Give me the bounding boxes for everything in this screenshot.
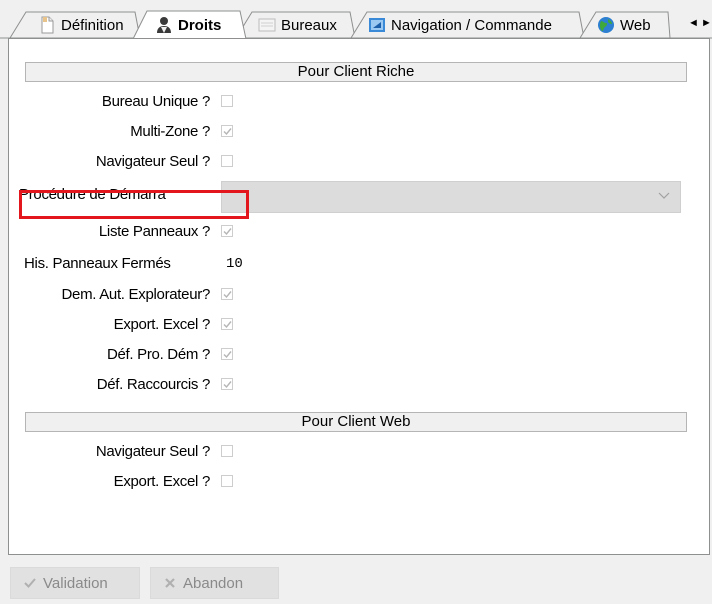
tab-definition[interactable]: Définition — [38, 12, 124, 38]
tab-web[interactable]: Web — [597, 12, 651, 38]
checkmark-icon — [223, 321, 232, 329]
highlight-annotation-box — [19, 190, 249, 219]
web-export-excel-checkbox[interactable] — [221, 475, 233, 487]
navigation-icon — [368, 16, 386, 34]
web-navigateur-seul-label: Navigateur Seul ? — [95, 443, 210, 460]
droits-panel: Pour Client Riche Bureau Unique ? Multi-… — [8, 38, 710, 555]
multi-zone-label: Multi-Zone ? — [130, 123, 210, 140]
procedure-demarrage-dropdown[interactable] — [221, 181, 681, 213]
bureau-unique-label: Bureau Unique ? — [101, 93, 210, 110]
def-raccourcis-label: Déf. Raccourcis ? — [96, 376, 211, 393]
tab-scroll-right-icon[interactable]: ► — [701, 18, 712, 29]
tab-label: Droits — [178, 16, 222, 34]
export-excel-label: Export. Excel ? — [113, 316, 211, 333]
his-panneaux-fermes-label: His. Panneaux Fermés — [24, 255, 171, 272]
abandon-button[interactable]: Abandon — [150, 567, 279, 599]
user-rights-icon — [155, 16, 173, 34]
checkmark-icon — [223, 228, 232, 236]
web-export-excel-label: Export. Excel ? — [113, 473, 211, 490]
tab-navigation-commande[interactable]: Navigation / Commande — [368, 12, 552, 38]
checkmark-icon — [223, 381, 232, 389]
row-web-export-excel: Export. Excel ? — [9, 471, 709, 493]
navigateur-seul-checkbox[interactable] — [221, 155, 233, 167]
def-pro-dem-label: Déf. Pro. Dém ? — [106, 346, 210, 363]
checkmark-icon — [223, 291, 232, 299]
export-excel-checkbox[interactable] — [221, 318, 233, 330]
bureau-unique-checkbox[interactable] — [221, 95, 233, 107]
row-liste-panneaux: Liste Panneaux ? — [9, 221, 709, 243]
row-export-excel: Export. Excel ? — [9, 314, 709, 336]
row-def-raccourcis: Déf. Raccourcis ? — [9, 374, 709, 396]
tab-scroll-buttons: ◄ ► — [684, 12, 712, 36]
abandon-label: Abandon — [183, 574, 244, 592]
tab-label: Définition — [61, 16, 124, 34]
tab-droits[interactable]: Droits — [155, 12, 221, 38]
checkmark-icon — [223, 128, 232, 136]
row-web-navigateur-seul: Navigateur Seul ? — [9, 441, 709, 463]
checkmark-icon — [23, 576, 37, 590]
web-navigateur-seul-checkbox[interactable] — [221, 445, 233, 457]
checkmark-icon — [223, 351, 232, 359]
chevron-down-icon — [658, 192, 670, 199]
dem-aut-explorateur-label: Dem. Aut. Explorateur? — [61, 286, 211, 303]
multi-zone-checkbox[interactable] — [221, 125, 233, 137]
dem-aut-explorateur-checkbox[interactable] — [221, 288, 233, 300]
row-def-pro-dem: Déf. Pro. Dém ? — [9, 344, 709, 366]
def-pro-dem-checkbox[interactable] — [221, 348, 233, 360]
row-dem-aut-explorateur: Dem. Aut. Explorateur? — [9, 284, 709, 306]
section-header-client-web: Pour Client Web — [25, 412, 687, 432]
globe-icon — [597, 16, 615, 34]
document-icon — [38, 16, 56, 34]
row-bureau-unique: Bureau Unique ? — [9, 91, 709, 113]
tab-scroll-left-icon[interactable]: ◄ — [688, 18, 699, 29]
row-navigateur-seul: Navigateur Seul ? — [9, 151, 709, 173]
validation-button[interactable]: Validation — [10, 567, 140, 599]
row-his-panneaux-fermes: His. Panneaux Fermés 10 — [9, 253, 709, 275]
section-header-client-riche: Pour Client Riche — [25, 62, 687, 82]
tab-bureaux[interactable]: Bureaux — [258, 12, 337, 38]
row-multi-zone: Multi-Zone ? — [9, 121, 709, 143]
navigateur-seul-label: Navigateur Seul ? — [95, 153, 210, 170]
liste-panneaux-label: Liste Panneaux ? — [98, 223, 210, 240]
close-icon — [163, 576, 177, 590]
validation-label: Validation — [43, 574, 108, 592]
tab-label: Web — [620, 16, 651, 34]
tab-label: Navigation / Commande — [391, 16, 552, 34]
def-raccourcis-checkbox[interactable] — [221, 378, 233, 390]
liste-panneaux-checkbox[interactable] — [221, 225, 233, 237]
his-panneaux-fermes-value[interactable]: 10 — [226, 255, 243, 273]
desktop-icon — [258, 16, 276, 34]
tab-label: Bureaux — [281, 16, 337, 34]
